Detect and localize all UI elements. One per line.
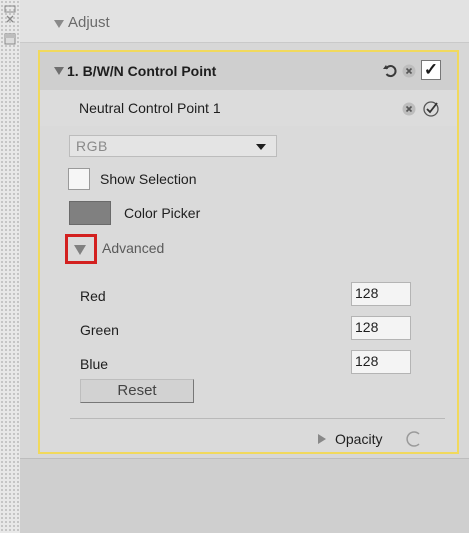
color-picker-swatch[interactable] — [69, 201, 111, 225]
divider — [70, 418, 445, 419]
adjust-title: Adjust — [68, 14, 110, 31]
expand-triangle-icon[interactable] — [318, 434, 326, 444]
green-input[interactable]: 128 — [351, 316, 411, 340]
control-point-title: 1. B/W/N Control Point — [67, 63, 217, 79]
control-point-section: 1. B/W/N Control Point ✓ Neutral Control… — [38, 50, 459, 454]
opacity-toggle[interactable]: Opacity — [318, 430, 448, 450]
collapse-triangle-icon[interactable] — [54, 67, 64, 75]
blue-label: Blue — [80, 356, 109, 372]
undo-icon[interactable] — [383, 64, 397, 78]
color-mode-value: RGB — [76, 138, 108, 154]
control-point-header[interactable]: 1. B/W/N Control Point ✓ — [40, 52, 457, 91]
divider — [20, 458, 469, 459]
close-icon[interactable] — [402, 102, 416, 116]
advanced-toggle[interactable] — [65, 234, 97, 264]
adjust-panel: Adjust 1. B/W/N Control Point ✓ Neutral … — [20, 0, 469, 533]
panel-empty-area — [20, 458, 469, 533]
collapse-triangle-icon[interactable] — [74, 245, 86, 255]
adjust-header[interactable]: Adjust — [20, 0, 469, 43]
opacity-label: Opacity — [335, 431, 383, 447]
collapse-triangle-icon[interactable] — [54, 20, 64, 28]
opacity-dial-icon[interactable] — [406, 431, 422, 447]
green-label: Green — [80, 322, 119, 338]
circle-check-icon[interactable] — [423, 101, 439, 117]
close-icon[interactable] — [402, 64, 416, 78]
reset-button[interactable]: Reset — [80, 379, 194, 403]
show-selection-label: Show Selection — [100, 171, 197, 187]
neutral-control-point-title: Neutral Control Point 1 — [79, 100, 221, 116]
red-label: Red — [80, 288, 106, 304]
panel-dock-icon[interactable] — [4, 4, 16, 46]
red-input[interactable]: 128 — [351, 282, 411, 306]
left-toolbar-strip — [0, 0, 21, 533]
blue-input[interactable]: 128 — [351, 350, 411, 374]
chevron-down-icon — [256, 144, 266, 150]
show-selection-checkbox[interactable] — [68, 168, 90, 190]
advanced-label: Advanced — [102, 240, 165, 256]
color-picker-label: Color Picker — [124, 205, 201, 221]
color-mode-select[interactable]: RGB — [69, 135, 277, 157]
enable-checkbox[interactable]: ✓ — [421, 60, 441, 80]
